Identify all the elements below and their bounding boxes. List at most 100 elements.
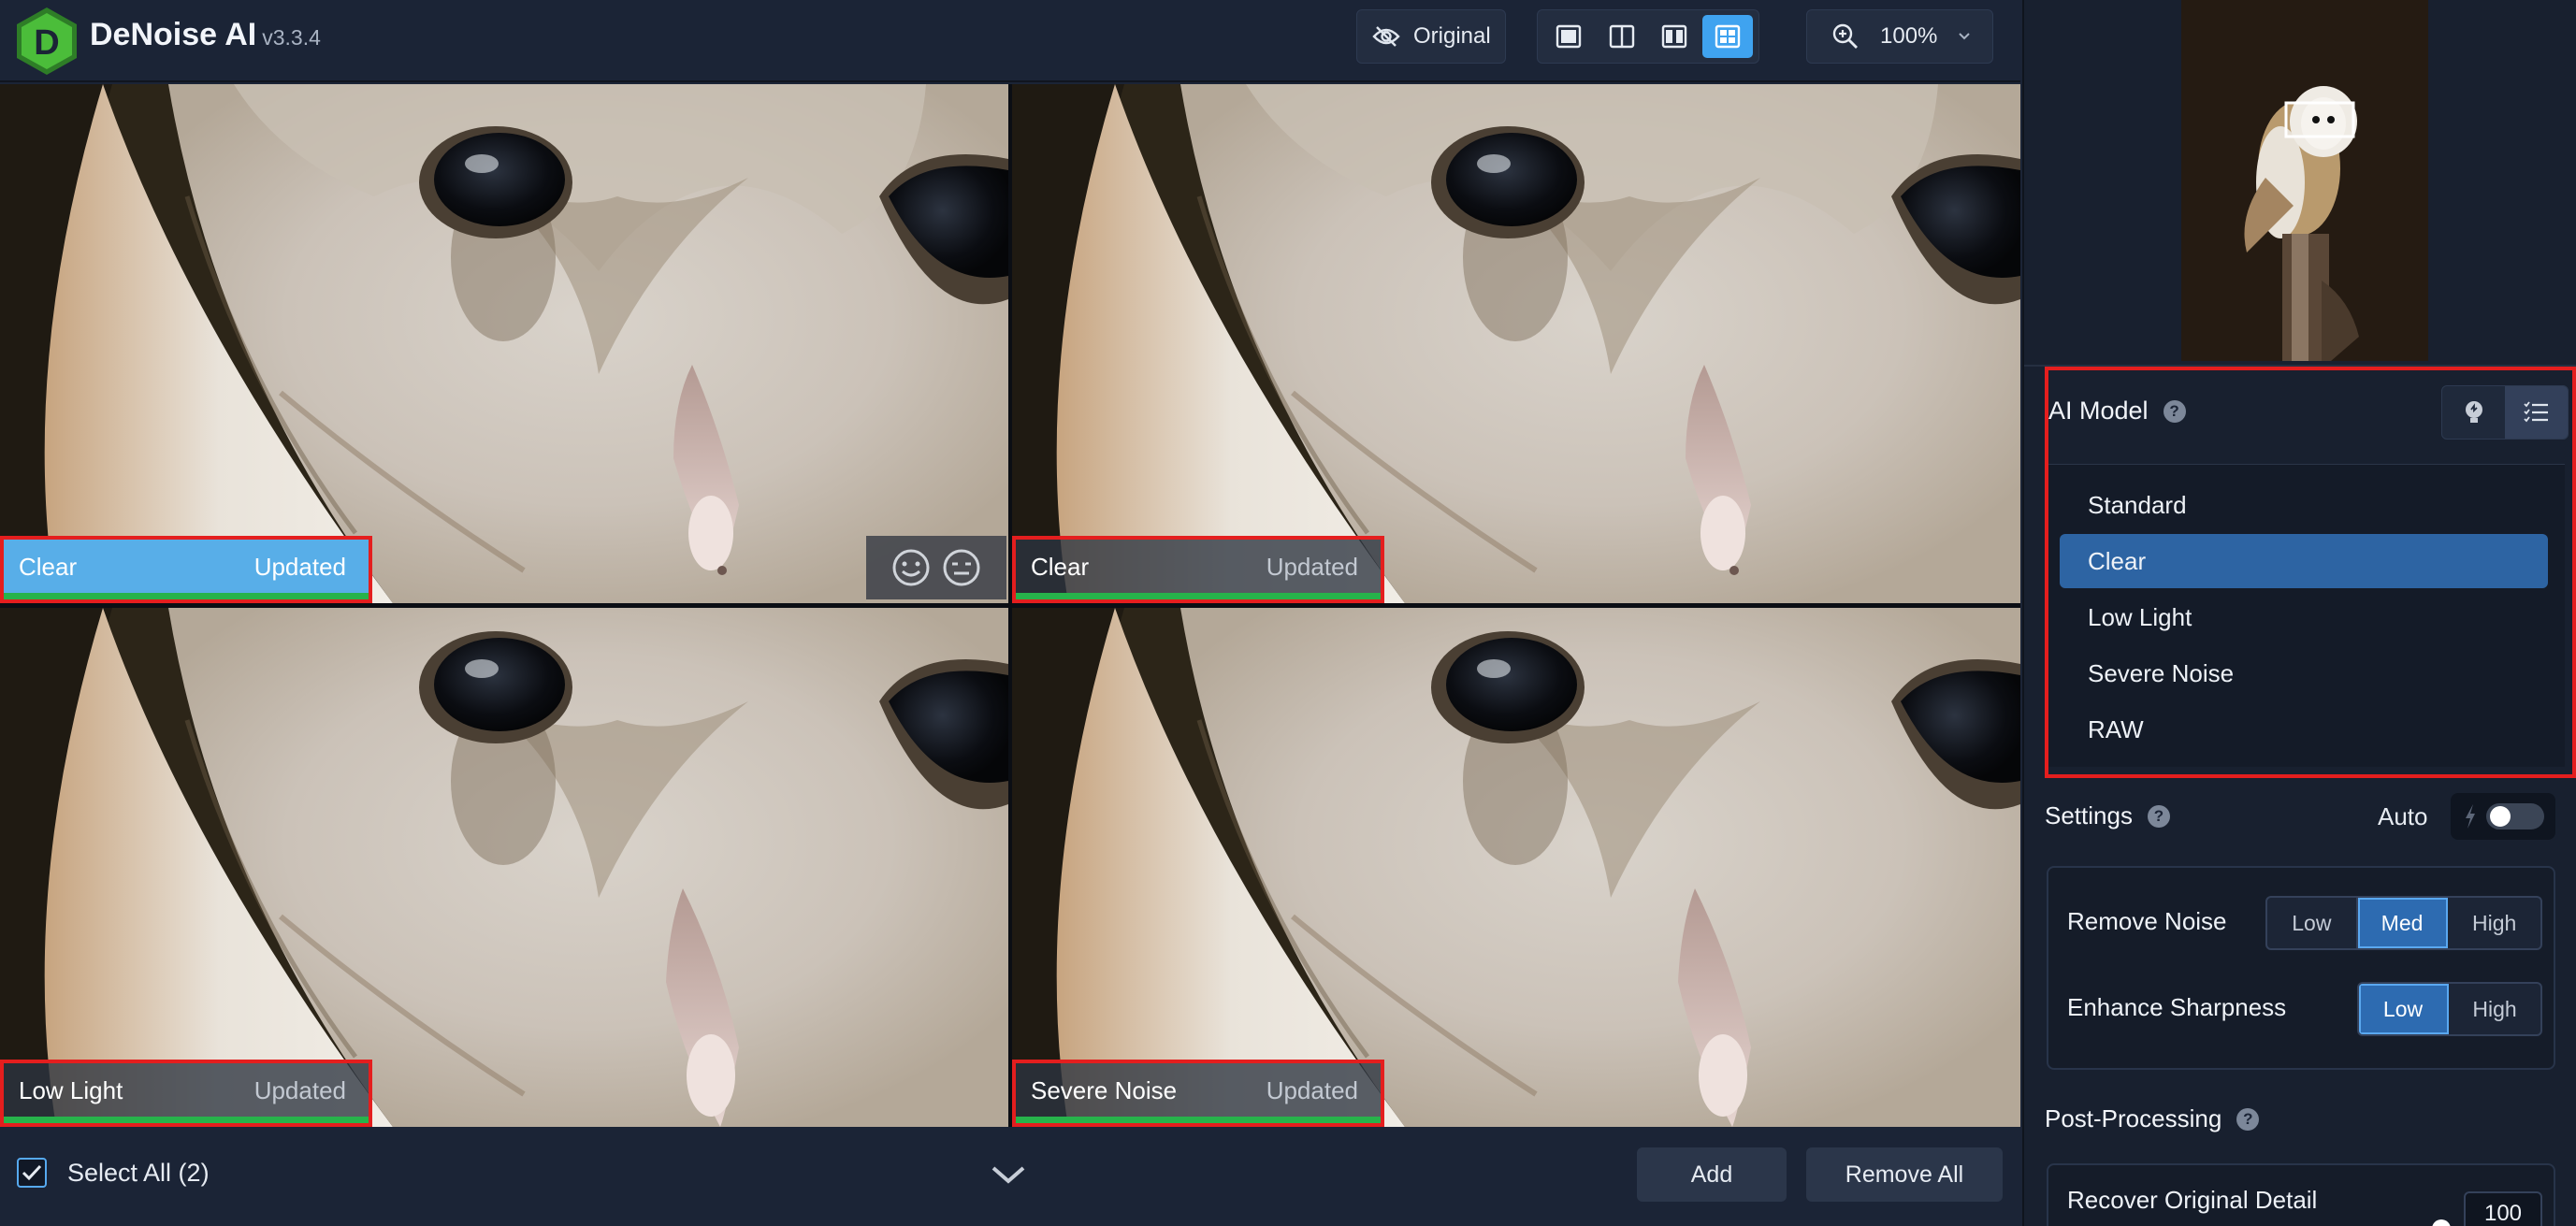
divider [2024,365,2576,367]
pane-status: Updated [253,552,346,581]
enhance-sharpness-label: Enhance Sharpness [2067,993,2287,1021]
owl-preview-image [1012,84,2020,603]
smiley-happy-icon[interactable] [890,547,932,588]
app-logo-icon: D [17,7,77,75]
select-all-label: Select All (2) [67,1158,210,1187]
progress-bar [4,593,369,599]
enhance-sharpness-selector: Low High [2357,982,2542,1036]
checkmark-icon [22,1164,42,1181]
ai-model-heading: AI Model [2048,397,2149,425]
lightning-icon [2466,804,2475,829]
auto-model-button[interactable] [2442,386,2505,439]
model-option-low-light[interactable]: Low Light [2060,590,2548,644]
post-processing-title: Post-Processing ? [2045,1104,2260,1133]
original-toggle-button[interactable]: Original [1356,9,1506,64]
model-option-standard[interactable]: Standard [2060,478,2548,532]
settings-heading: Settings [2045,801,2133,829]
view-mode-group [1537,9,1759,64]
zoom-dropdown[interactable]: 100% [1806,9,1993,64]
owl-thumbnail-image [2181,0,2428,361]
toggle-knob [2490,806,2511,827]
recover-detail-slider-knob[interactable] [2432,1219,2451,1226]
side-by-side-view-button[interactable] [1649,15,1700,58]
pane-status: Updated [253,1075,346,1104]
recover-detail-label: Recover Original Detail [2067,1186,2318,1214]
model-option-clear[interactable]: Clear [2060,534,2548,588]
enhance-sharpness-low[interactable]: Low [2359,984,2450,1034]
remove-noise-selector: Low Med High [2265,896,2542,950]
model-option-severe-noise[interactable]: Severe Noise [2060,646,2548,700]
preview-pane-3[interactable]: Low Light Updated [0,608,1008,1127]
smiley-neutral-icon[interactable] [941,547,982,588]
remove-all-button[interactable]: Remove All [1806,1147,2003,1202]
app-title: DeNoise AI v3.3.4 [90,17,321,53]
select-all-checkbox[interactable]: Select All (2) [17,1158,210,1188]
ai-model-section: AI Model ? Standard Clear Low Light Seve… [2045,367,2576,778]
help-icon[interactable]: ? [2163,399,2186,423]
help-icon[interactable]: ? [2147,804,2170,828]
manual-model-button[interactable] [2505,386,2568,439]
settings-title: Settings ? [2045,801,2170,830]
remove-noise-med[interactable]: Med [2357,898,2449,948]
preview-pane-2[interactable]: Clear Updated [1012,84,2020,603]
pane-model-name: Clear [1031,552,1090,581]
remove-noise-low[interactable]: Low [2267,898,2358,948]
svg-text:D: D [34,23,59,63]
auto-label: Auto [2378,802,2428,830]
eye-off-icon [1372,26,1400,47]
preview-pane-4[interactable]: Severe Noise Updated [1012,608,2020,1127]
settings-box: Remove Noise Low Med High Enhance Sharpn… [2047,866,2555,1070]
preview-pane-1[interactable]: Clear Updated [0,84,1008,603]
ai-model-title: AI Model ? [2048,397,2186,425]
lightbulb-icon [2465,401,2482,423]
chevron-down-icon [1959,33,1971,40]
rating-box [866,536,1006,599]
split-view-icon [1609,24,1634,49]
pane-label-4[interactable]: Severe Noise Updated [1012,1060,1384,1127]
model-option-raw[interactable]: RAW [2060,702,2548,757]
app-name: DeNoise AI [90,17,257,52]
enhance-sharpness-high[interactable]: High [2449,984,2540,1034]
zoom-value: 100% [1880,23,1938,49]
model-mode-toggle [2441,385,2569,440]
remove-noise-label: Remove Noise [2067,907,2227,935]
app-version: v3.3.4 [262,25,321,50]
pane-model-name: Low Light [19,1075,123,1104]
chevron-down-icon[interactable] [988,1162,1029,1189]
pane-model-name: Clear [19,552,78,581]
side-by-side-view-icon [1662,24,1687,49]
progress-bar [1016,593,1381,599]
top-toolbar: D DeNoise AI v3.3.4 Original 100% [0,0,2020,82]
pane-label-2[interactable]: Clear Updated [1012,536,1384,603]
pane-status: Updated [1266,552,1358,581]
owl-preview-image [0,608,1008,1127]
pane-status: Updated [1266,1075,1358,1104]
pane-label-1[interactable]: Clear Updated [0,536,372,603]
toggle-track [2486,803,2544,829]
grid-view-button[interactable] [1701,15,1753,58]
auto-toggle[interactable] [2451,793,2555,840]
checkbox[interactable] [17,1158,47,1188]
right-panel: AI Model ? Standard Clear Low Light Seve… [2022,0,2576,1226]
progress-bar [1016,1117,1381,1123]
recover-detail-box: Recover Original Detail 100 [2047,1163,2555,1226]
grid-view-icon [1715,24,1740,49]
navigator-thumbnail[interactable] [2181,0,2428,361]
pane-label-3[interactable]: Low Light Updated [0,1060,372,1127]
zoom-in-icon [1832,23,1858,49]
post-processing-heading: Post-Processing [2045,1104,2222,1132]
progress-bar [4,1117,369,1123]
pane-model-name: Severe Noise [1031,1075,1178,1104]
add-button[interactable]: Add [1637,1147,1787,1202]
recover-detail-value-input[interactable]: 100 [2464,1191,2542,1226]
single-view-button[interactable] [1543,15,1595,58]
split-view-button[interactable] [1597,15,1648,58]
owl-preview-image [0,84,1008,603]
remove-noise-high[interactable]: High [2448,898,2540,948]
model-list: Standard Clear Low Light Severe Noise RA… [2048,464,2565,767]
owl-preview-image [1012,608,2020,1127]
bottom-bar: Select All (2) Add Remove All [0,1129,2020,1226]
comparison-grid: Clear Updated Clear Updated Low Light Up… [0,84,2020,1127]
original-label: Original [1413,23,1491,49]
help-icon[interactable]: ? [2236,1107,2260,1131]
